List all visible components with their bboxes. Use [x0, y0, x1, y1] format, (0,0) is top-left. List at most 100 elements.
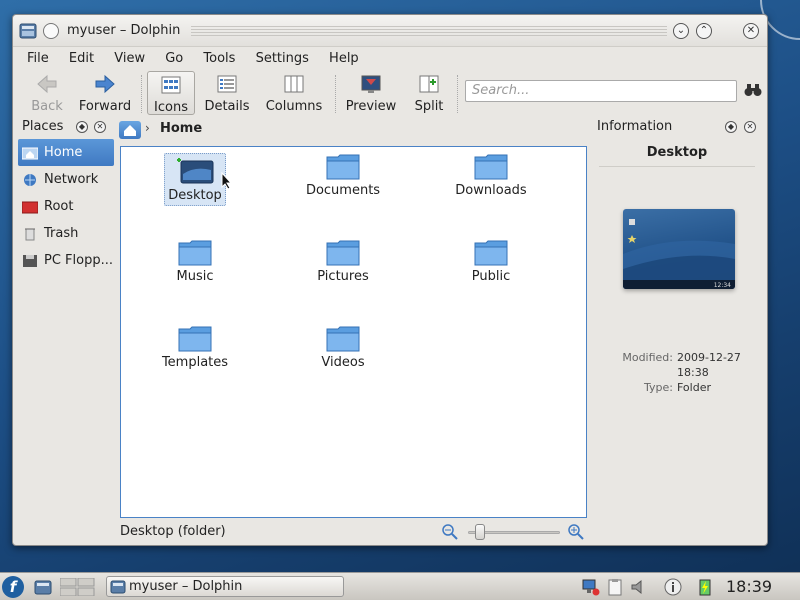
file-item-videos[interactable]: Videos [283, 325, 403, 370]
breadcrumb-home-button[interactable] [119, 121, 141, 139]
place-item-network[interactable]: Network [18, 166, 114, 193]
floppy-icon [23, 254, 37, 267]
menu-file[interactable]: File [27, 51, 49, 66]
close-panel-icon[interactable]: ✕ [94, 121, 106, 133]
place-item-trash[interactable]: Trash [18, 220, 114, 247]
icons-view-icon [161, 76, 181, 94]
binoculars-icon[interactable] [744, 83, 762, 97]
place-item-floppy[interactable]: PC Flopp... [18, 247, 114, 274]
places-list: Home Network Root Trash PC Flopp... [18, 139, 114, 274]
back-button[interactable]: Back [27, 71, 67, 115]
details-view-button[interactable]: Details [201, 71, 253, 115]
modified-key: Modified: [622, 351, 673, 364]
file-item-downloads[interactable]: Downloads [431, 153, 551, 198]
details-label: Details [204, 99, 250, 114]
desktop-folder-icon [177, 158, 214, 184]
menu-edit[interactable]: Edit [69, 51, 94, 66]
menu-settings[interactable]: Settings [256, 51, 309, 66]
forward-arrow-icon [95, 74, 115, 94]
taskbar-clock[interactable]: 18:39 [726, 577, 772, 596]
breadcrumb: › Home [119, 119, 589, 141]
folder-icon [474, 240, 508, 266]
status-bar: Desktop (folder) [120, 523, 590, 543]
folder-icon [474, 154, 508, 180]
places-panel: Places ◆ ✕ Home Network Root Trash PC Fl… [18, 119, 114, 539]
taskbar-task-dolphin[interactable]: myuser – Dolphin [106, 576, 344, 597]
pager-icon[interactable] [60, 578, 96, 596]
file-manager-launcher-icon[interactable] [34, 578, 52, 596]
type-key: Type: [644, 381, 673, 394]
forward-button[interactable]: Forward [75, 71, 135, 115]
info-preview-image: 12:34 [623, 209, 735, 289]
type-value: Folder [677, 381, 711, 394]
title-bar[interactable]: myuser – Dolphin ⌄ ⌃ ✕ [13, 15, 767, 47]
float-panel-icon[interactable]: ◆ [725, 121, 737, 133]
zoom-slider-handle[interactable] [475, 524, 485, 540]
file-label: Pictures [317, 269, 369, 284]
network-tray-icon[interactable] [582, 578, 600, 596]
columns-label: Columns [265, 99, 323, 114]
root-folder-icon [22, 201, 38, 213]
mouse-cursor-icon [221, 172, 233, 190]
folder-icon [326, 154, 360, 180]
file-item-music[interactable]: Music [135, 239, 255, 284]
clipboard-tray-icon[interactable] [606, 578, 624, 596]
split-button[interactable]: Split [409, 71, 449, 115]
file-item-pictures[interactable]: Pictures [283, 239, 403, 284]
info-metadata: Modified: 2009-12-27 18:38 Type: Folder [603, 351, 758, 396]
zoom-in-icon[interactable] [568, 524, 584, 540]
place-label: Trash [44, 226, 79, 241]
menu-help[interactable]: Help [329, 51, 359, 66]
place-label: Root [44, 199, 74, 214]
home-icon [22, 147, 38, 159]
file-label: Documents [305, 183, 381, 198]
breadcrumb-separator: › [145, 121, 150, 135]
menu-tools[interactable]: Tools [203, 51, 235, 66]
preview-button[interactable]: Preview [343, 71, 399, 115]
file-item-desktop[interactable]: Desktop [135, 153, 255, 206]
file-item-templates[interactable]: Templates [135, 325, 255, 370]
file-label: Desktop [168, 188, 222, 203]
network-icon [24, 173, 36, 186]
zoom-out-icon[interactable] [442, 524, 458, 540]
task-label: myuser – Dolphin [129, 579, 243, 594]
title-bar-grip [191, 26, 667, 36]
fedora-menu-button[interactable]: f [2, 576, 24, 598]
folder-icon [178, 326, 212, 352]
info-item-name: Desktop [646, 145, 708, 160]
sticky-button[interactable] [43, 23, 59, 39]
maximize-button[interactable]: ⌃ [696, 23, 712, 39]
volume-tray-icon[interactable] [630, 578, 648, 596]
close-button[interactable]: ✕ [743, 23, 759, 39]
toolbar-separator [335, 75, 336, 113]
icons-view-button[interactable]: Icons [147, 71, 195, 115]
file-label: Music [176, 269, 214, 284]
search-input[interactable]: Search... [465, 80, 737, 102]
float-panel-icon[interactable]: ◆ [76, 121, 88, 133]
menu-view[interactable]: View [114, 51, 145, 66]
toolbar-separator [141, 75, 142, 113]
minimize-button[interactable]: ⌄ [673, 23, 689, 39]
place-label: PC Flopp... [44, 253, 113, 268]
toolbar-separator [457, 75, 458, 113]
back-arrow-icon [37, 74, 57, 94]
split-view-icon [419, 75, 439, 93]
information-title: Information [597, 119, 673, 134]
home-icon [124, 125, 136, 136]
menu-go[interactable]: Go [165, 51, 183, 66]
place-item-home[interactable]: Home [18, 139, 114, 166]
file-view[interactable]: Desktop Documents Downloads Music Pictur… [120, 146, 587, 518]
folder-icon [326, 240, 360, 266]
info-tray-icon[interactable] [664, 578, 682, 596]
breadcrumb-current[interactable]: Home [160, 121, 202, 136]
dolphin-app-icon[interactable] [19, 22, 37, 40]
file-item-public[interactable]: Public [431, 239, 551, 284]
battery-tray-icon[interactable] [696, 578, 714, 596]
close-panel-icon[interactable]: ✕ [744, 121, 756, 133]
place-item-root[interactable]: Root [18, 193, 114, 220]
file-label: Videos [321, 355, 365, 370]
file-item-documents[interactable]: Documents [283, 153, 403, 198]
file-label: Downloads [455, 183, 527, 198]
file-label: Public [471, 269, 511, 284]
columns-view-button[interactable]: Columns [263, 71, 325, 115]
